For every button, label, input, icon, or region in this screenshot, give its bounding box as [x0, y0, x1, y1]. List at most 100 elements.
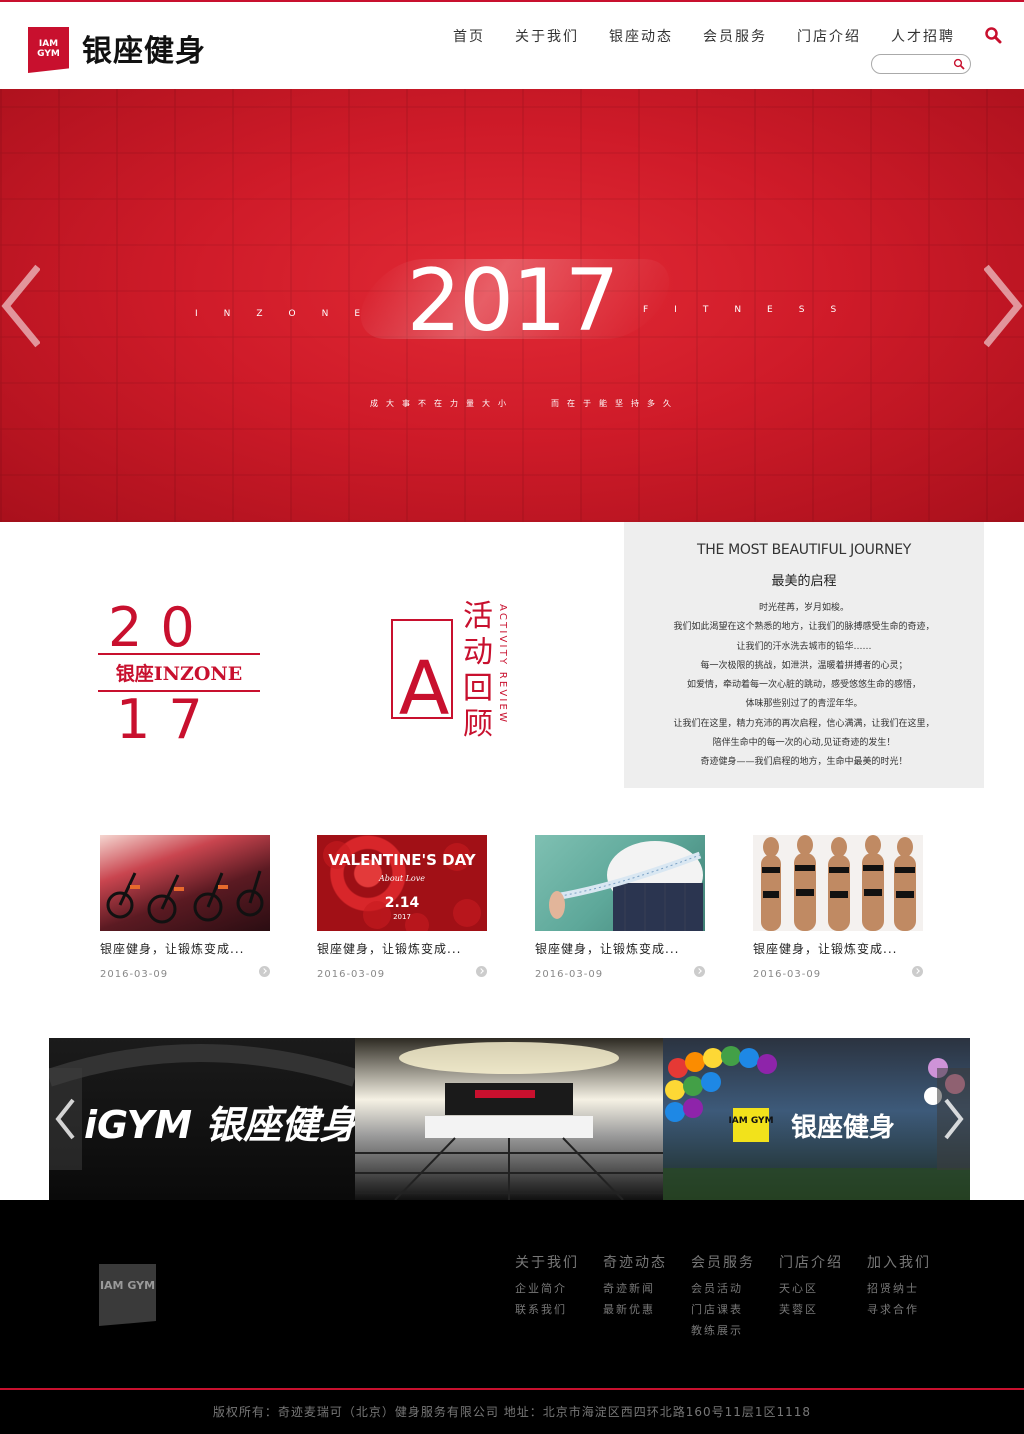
spin-bikes-illustration: [106, 870, 264, 924]
footer-link[interactable]: 门店课表: [691, 1299, 755, 1320]
footer-column-title[interactable]: 门店介绍: [779, 1252, 843, 1272]
activity-char-4: 顾: [463, 707, 493, 740]
valentine-date: 2.14: [385, 895, 420, 911]
news-card[interactable]: VALENTINE'S DAY About Love 2.14 2017 银座健…: [317, 835, 489, 980]
news-date: 2016-03-09: [753, 969, 822, 980]
footer-logo-text: IAM GYM: [99, 1279, 156, 1292]
news-image-tape-measure[interactable]: [535, 835, 705, 931]
news-card[interactable]: 银座健身，让锻炼变成... 2016-03-09: [100, 835, 272, 980]
banner-slogan-part2: 而在于能坚持多久: [551, 399, 679, 408]
news-title[interactable]: 银座健身，让锻炼变成...: [317, 940, 489, 957]
tape-measure-illustration: [549, 841, 703, 931]
footer-column-join: 加入我们 招贤纳士 寻求合作: [867, 1252, 931, 1320]
activity-char-3: 回: [463, 671, 493, 706]
footer-column-title[interactable]: 会员服务: [691, 1252, 755, 1272]
site-header: IAM GYM 银座健身 首页 关于我们 银座动态 会员服务 门店介绍 人才招聘: [0, 2, 1024, 89]
chevron-left-icon: [55, 1098, 75, 1140]
search-submit-icon[interactable]: [953, 58, 965, 70]
footer-link[interactable]: 教练展示: [691, 1320, 755, 1341]
banner-year: 2017: [406, 251, 620, 351]
arrow-right-circle-icon[interactable]: [259, 966, 270, 977]
footer-link[interactable]: 寻求合作: [867, 1299, 931, 1320]
news-title[interactable]: 银座健身，让锻炼变成...: [753, 940, 925, 957]
nav-item-home[interactable]: 首页: [438, 26, 500, 46]
banner-slogan-part1: 成大事不在力量大小: [370, 399, 514, 408]
activity-vertical-english: ACTIVITY REVIEW: [497, 604, 508, 724]
journey-line: 我们如此渴望在这个熟悉的地方，让我们的脉搏感受生命的奇迹，: [673, 622, 935, 633]
chevron-left-icon: [1, 264, 41, 348]
gallery-mark-text: IAM GYM: [728, 1116, 773, 1126]
search-input[interactable]: [880, 59, 958, 75]
news-date: 2016-03-09: [100, 969, 169, 980]
activity-letter: A: [399, 646, 450, 732]
banner-prev-button[interactable]: [0, 261, 41, 351]
gallery-next-button[interactable]: [937, 1068, 970, 1170]
nav-item-stores[interactable]: 门店介绍: [782, 26, 876, 46]
footer-column-title[interactable]: 关于我们: [515, 1252, 579, 1272]
news-image-bikini-models[interactable]: [753, 835, 923, 931]
gallery-prev-button[interactable]: [49, 1068, 82, 1170]
footer-link[interactable]: 天心区: [779, 1278, 843, 1299]
journey-line: 陪伴生命中的每一次的心动,见证奇迹的发生！: [712, 738, 896, 749]
brand-logo-mark-text: IAM GYM: [37, 39, 60, 59]
footer-column-news: 奇迹动态 奇迹新闻 最新优惠: [603, 1252, 667, 1320]
arrow-right-circle-icon[interactable]: [694, 966, 705, 977]
news-card[interactable]: 银座健身，让锻炼变成... 2016-03-09: [753, 835, 925, 980]
nav-item-member-services[interactable]: 会员服务: [688, 26, 782, 46]
news-title[interactable]: 银座健身，让锻炼变成...: [535, 940, 707, 957]
valentine-subline: About Love: [378, 874, 425, 883]
chevron-right-icon: [983, 264, 1023, 348]
search-field: [871, 54, 971, 75]
site-footer: IAM GYM 关于我们 企业简介 联系我们 奇迹动态 奇迹新闻 最新优惠 会员…: [0, 1200, 1024, 1388]
footer-link[interactable]: 招贤纳士: [867, 1278, 931, 1299]
main-nav: 首页 关于我们 银座动态 会员服务 门店介绍 人才招聘: [438, 26, 970, 46]
journey-line: 每一次极限的挑战，如泄洪，温暖着拼搏者的心灵；: [700, 660, 908, 671]
footer-link[interactable]: 企业简介: [515, 1278, 579, 1299]
nav-item-about[interactable]: 关于我们: [500, 26, 594, 46]
brand-logo-mark[interactable]: IAM GYM: [28, 27, 69, 73]
footer-link[interactable]: 最新优惠: [603, 1299, 667, 1320]
footer-link[interactable]: 会员活动: [691, 1278, 755, 1299]
gallery-item-gym-lobby[interactable]: [355, 1038, 663, 1200]
copyright-text: 版权所有：奇迹麦瑞可（北京）健身服务有限公司 地址：北京市海淀区西四环北路160…: [0, 1390, 1024, 1434]
footer-column-about: 关于我们 企业简介 联系我们: [515, 1252, 579, 1320]
news-image-valentines-day[interactable]: VALENTINE'S DAY About Love 2.14 2017: [317, 835, 487, 931]
banner-left-word: INZONE: [195, 309, 387, 319]
news-date: 2016-03-09: [535, 969, 604, 980]
footer-link[interactable]: 奇迹新闻: [603, 1278, 667, 1299]
gallery-item-gym-balloons[interactable]: IAM GYM 银座健身: [663, 1038, 970, 1200]
inzone-2017-logo[interactable]: 20 银座INZONE 17: [98, 598, 260, 740]
journey-line: 时光荏苒，岁月如梭。: [758, 603, 849, 613]
arrow-right-circle-icon[interactable]: [476, 966, 487, 977]
footer-column-stores: 门店介绍 天心区 芙蓉区: [779, 1252, 843, 1320]
footer-logo-mark[interactable]: IAM GYM: [99, 1264, 156, 1326]
footer-link[interactable]: 联系我们: [515, 1299, 579, 1320]
search-icon[interactable]: [984, 26, 1002, 44]
gallery-item-gym-sign[interactable]: iGYM 银座健身: [49, 1038, 355, 1200]
logo-2017-label: 银座INZONE: [116, 662, 243, 685]
footer-column-title[interactable]: 加入我们: [867, 1252, 931, 1272]
journey-title-english: THE MOST BEAUTIFUL JOURNEY: [696, 542, 912, 558]
gym-lobby-illustration: [355, 1042, 663, 1200]
gym-sign-illustration: iGYM 银座健身: [49, 1044, 355, 1147]
nav-item-careers[interactable]: 人才招聘: [876, 26, 970, 46]
valentines-illustration: VALENTINE'S DAY About Love 2.14 2017: [323, 841, 481, 931]
activity-char-1: 活: [463, 599, 493, 634]
activity-review-badge[interactable]: A 活 动 回 顾 ACTIVITY REVIEW: [390, 598, 512, 740]
banner-next-button[interactable]: [983, 261, 1024, 351]
footer-column-title[interactable]: 奇迹动态: [603, 1252, 667, 1272]
news-card[interactable]: 银座健身，让锻炼变成... 2016-03-09: [535, 835, 707, 980]
journey-intro-panel: THE MOST BEAUTIFUL JOURNEY 最美的启程 时光荏苒，岁月…: [624, 522, 984, 788]
news-title[interactable]: 银座健身，让锻炼变成...: [100, 940, 272, 957]
brand-name[interactable]: 银座健身: [82, 26, 206, 70]
journey-line: 奇迹健身——我们启程的地方，生命中最美的时光！: [700, 757, 908, 768]
valentine-headline: VALENTINE'S DAY: [328, 851, 476, 869]
arrow-right-circle-icon[interactable]: [912, 966, 923, 977]
news-image-spin-bikes[interactable]: [100, 835, 270, 931]
valentine-year: 2017: [393, 913, 411, 921]
activity-char-2: 动: [463, 635, 493, 670]
logo-2017-top: 20: [108, 598, 213, 659]
journey-line: 让我们的汗水洗去城市的铅华……: [736, 641, 872, 652]
nav-item-news[interactable]: 银座动态: [594, 26, 688, 46]
footer-link[interactable]: 芙蓉区: [779, 1299, 843, 1320]
